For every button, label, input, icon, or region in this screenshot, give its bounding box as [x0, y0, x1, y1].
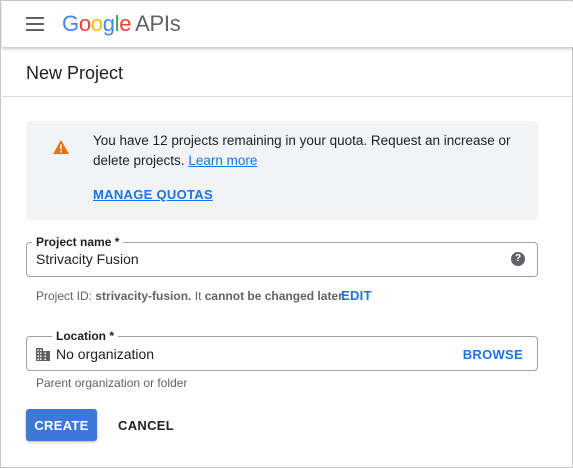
help-circle-icon[interactable]: ? [511, 252, 525, 266]
location-hint: Parent organization or folder [36, 376, 188, 390]
page-title: New Project [26, 63, 124, 83]
edit-project-id-button[interactable]: EDIT [341, 288, 372, 303]
location-label: Location * [52, 328, 119, 344]
building-icon [36, 348, 50, 361]
project-id-prefix: Project ID: [36, 289, 93, 303]
project-id-value: strivacity-fusion. [95, 289, 192, 303]
learn-more-link[interactable]: Learn more [188, 153, 257, 168]
window-frame: Google APIs New Project You have 12 proje… [0, 0, 573, 468]
project-id-suffix: cannot be changed later. [204, 289, 346, 303]
project-id-middle: It [194, 289, 202, 303]
quota-message: You have 12 projects remaining in your q… [93, 133, 511, 168]
project-name-field[interactable]: Project name * Strivacity Fusion ? [26, 234, 538, 277]
create-button[interactable]: CREATE [26, 409, 97, 441]
project-id-info: Project ID: strivacity-fusion. It cannot… [36, 289, 345, 303]
page-header: New Project [2, 47, 573, 97]
quota-notice-text: You have 12 projects remaining in your q… [93, 131, 523, 171]
project-name-input[interactable]: Strivacity Fusion [36, 251, 139, 267]
location-value: No organization [56, 346, 155, 362]
hamburger-menu-icon[interactable] [26, 17, 44, 31]
manage-quotas-link[interactable]: MANAGE QUOTAS [93, 187, 213, 202]
quota-notice: You have 12 projects remaining in your q… [26, 121, 538, 220]
google-apis-logo[interactable]: Google APIs [62, 11, 181, 37]
location-field[interactable]: Location * No organization BROWSE [26, 328, 538, 371]
project-name-label: Project name * [32, 234, 124, 250]
top-app-bar: Google APIs [2, 2, 573, 47]
warning-icon [53, 140, 69, 154]
browse-button[interactable]: BROWSE [463, 347, 523, 362]
cancel-button[interactable]: CANCEL [111, 409, 181, 441]
